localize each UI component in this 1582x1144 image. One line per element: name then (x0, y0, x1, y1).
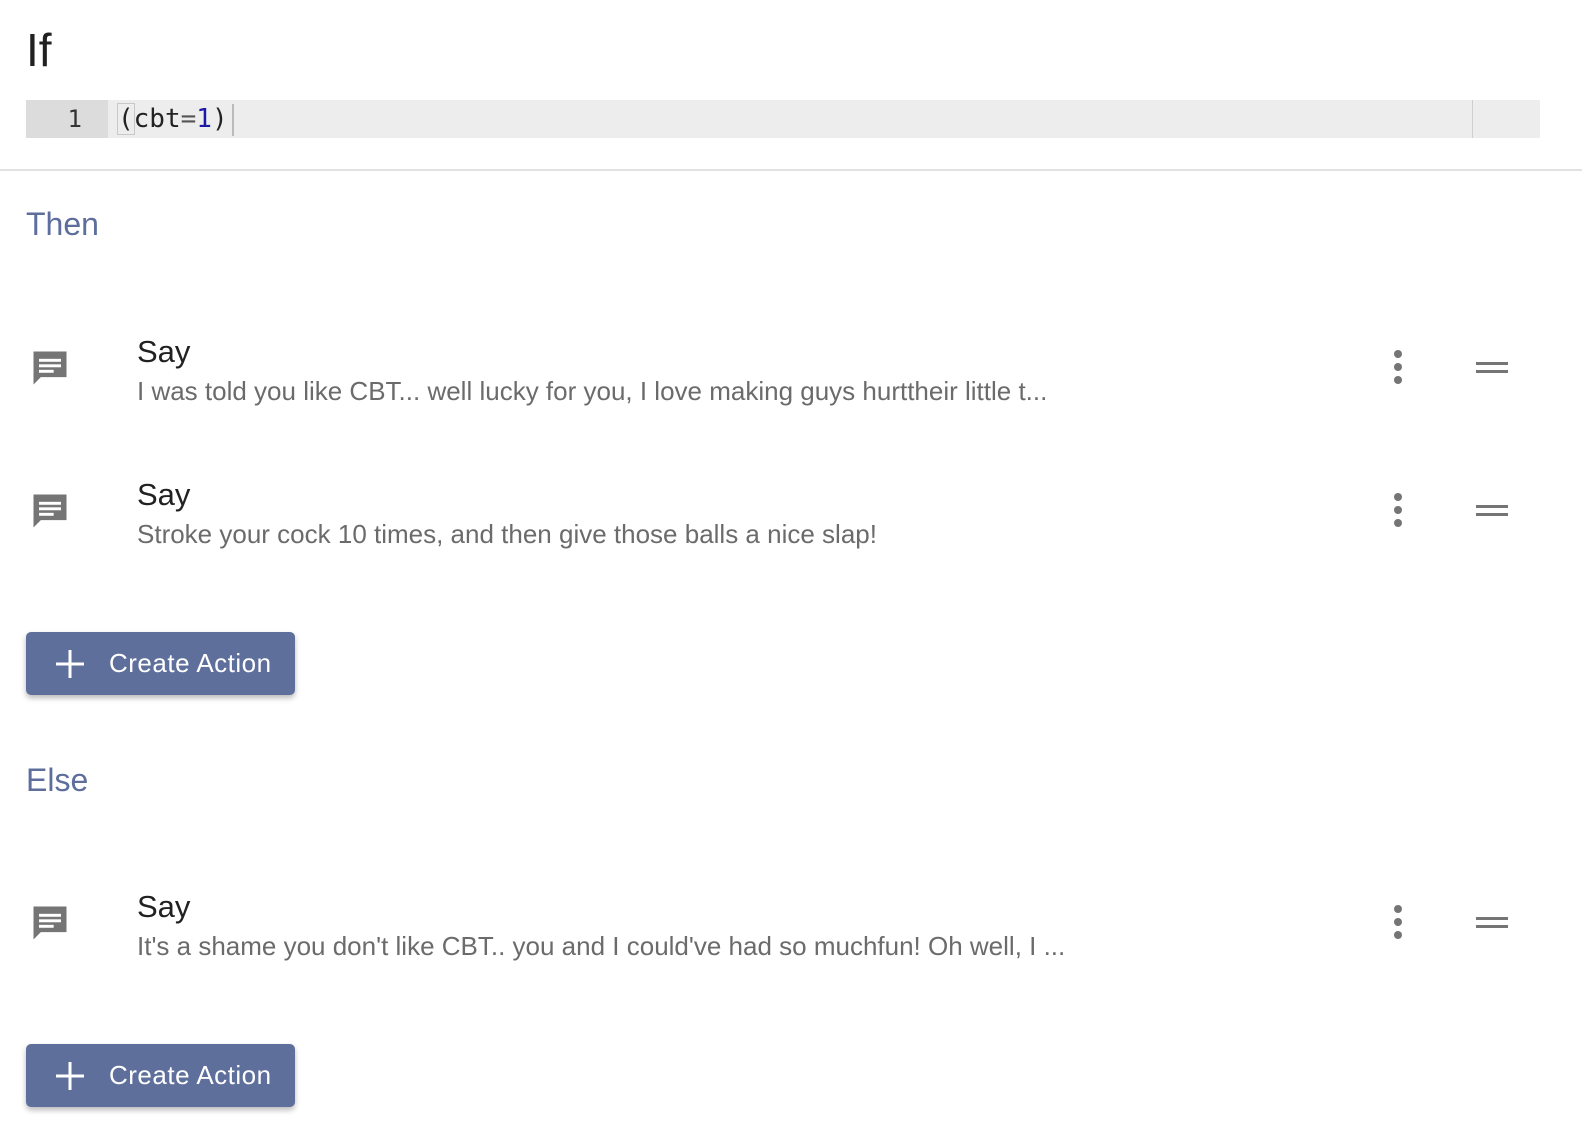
section-divider (0, 169, 1582, 171)
line-number: 1 (26, 100, 108, 138)
editor-ruler (1472, 100, 1473, 138)
button-label: Create Action (109, 648, 272, 678)
message-icon (33, 351, 67, 385)
else-action-1[interactable]: Say It's a shame you don't like CBT.. yo… (0, 887, 1582, 977)
more-options-icon[interactable] (1378, 897, 1418, 947)
action-title: Say (137, 334, 191, 369)
action-title: Say (137, 889, 191, 924)
code-line[interactable]: (cbt=1) (117, 100, 234, 138)
drag-handle-icon[interactable] (1470, 493, 1514, 529)
message-icon (33, 906, 67, 940)
then-label: Then (26, 206, 99, 242)
then-create-action-button[interactable]: Create Action (26, 632, 295, 695)
plus-icon (56, 650, 84, 678)
button-label: Create Action (109, 1060, 272, 1090)
drag-handle-icon[interactable] (1470, 350, 1514, 386)
condition-code-editor[interactable]: 1 (cbt=1) (26, 100, 1540, 138)
action-text: I was told you like CBT... well lucky fo… (137, 376, 1048, 406)
else-label: Else (26, 762, 89, 798)
then-action-1[interactable]: Say I was told you like CBT... well luck… (0, 332, 1582, 422)
message-icon (33, 494, 67, 528)
plus-icon (56, 1062, 84, 1090)
else-create-action-button[interactable]: Create Action (26, 1044, 295, 1107)
if-title: If (26, 24, 52, 76)
more-options-icon[interactable] (1378, 342, 1418, 392)
action-title: Say (137, 477, 191, 512)
close-paren: ) (211, 104, 228, 134)
action-text: Stroke your cock 10 times, and then give… (137, 519, 877, 549)
code-operator: = (180, 104, 197, 134)
action-text: It's a shame you don't like CBT.. you an… (137, 931, 1066, 961)
open-paren: ( (117, 103, 135, 135)
code-number: 1 (196, 104, 212, 134)
more-options-icon[interactable] (1378, 485, 1418, 535)
text-cursor (231, 103, 234, 136)
drag-handle-icon[interactable] (1470, 905, 1514, 941)
code-identifier: cbt (133, 104, 181, 134)
then-action-2[interactable]: Say Stroke your cock 10 times, and then … (0, 475, 1582, 565)
